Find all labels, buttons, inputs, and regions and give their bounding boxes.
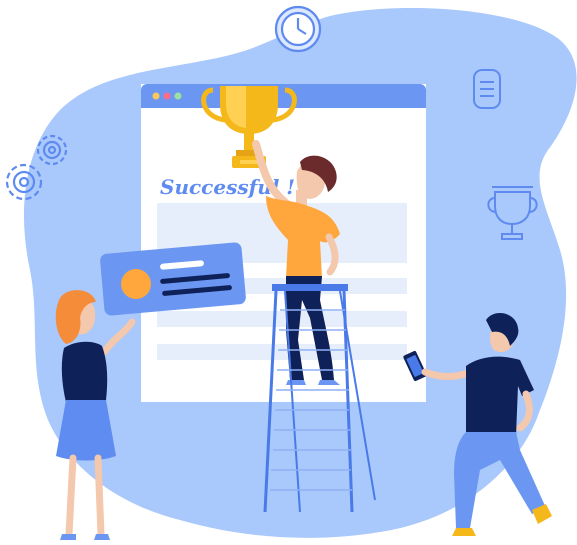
maximize-dot [163,92,171,100]
clock-icon [274,5,322,53]
success-illustration: Successful ! [5,5,577,540]
profile-card-icon [100,242,246,316]
browser-window: Successful ! [141,84,426,402]
close-dot [174,92,182,100]
minimize-dot [152,92,160,100]
content-placeholder [157,311,407,327]
content-placeholder [157,344,407,360]
